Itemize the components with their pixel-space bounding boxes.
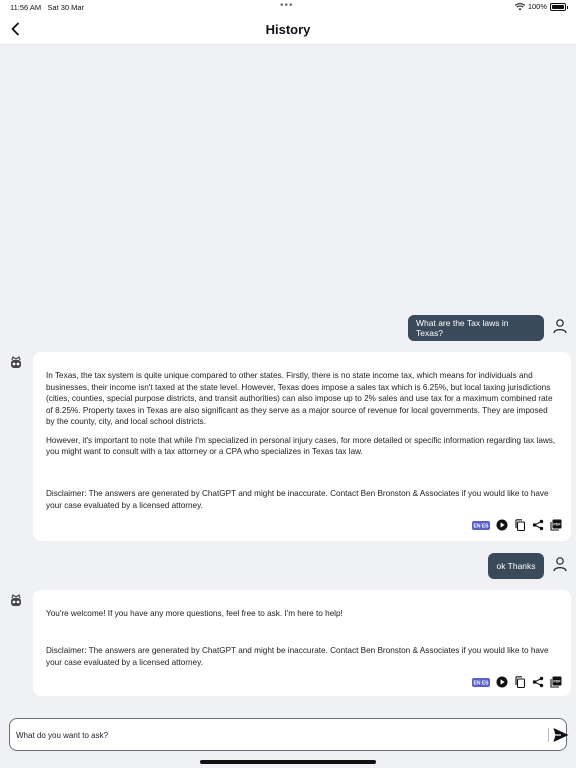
pdf-button[interactable]: PDF — [550, 519, 562, 531]
bot-message-paragraph: In Texas, the tax system is quite unique… — [46, 371, 553, 426]
message-actions: EN ES PDF — [472, 676, 562, 688]
share-button[interactable] — [532, 519, 544, 531]
user-message-text: ok Thanks — [496, 561, 536, 571]
svg-text:PDF: PDF — [553, 523, 561, 527]
send-button[interactable] — [552, 726, 570, 744]
copy-button[interactable] — [514, 676, 526, 688]
translate-button[interactable]: EN ES — [472, 676, 490, 688]
chat-input[interactable] — [16, 727, 536, 743]
share-button[interactable] — [532, 676, 544, 688]
user-message-text: What are the Tax laws in Texas? — [416, 318, 509, 338]
status-right: 100% — [514, 2, 568, 11]
share-icon — [532, 676, 544, 688]
chat-input-bar — [9, 718, 570, 751]
user-message-bubble: ok Thanks — [488, 553, 544, 579]
multitasking-dots[interactable]: ••• — [280, 0, 294, 11]
battery-icon — [550, 2, 568, 11]
status-time: 11:56 AM Sat 30 Mar — [10, 3, 85, 12]
battery-percent: 100% — [527, 2, 547, 11]
play-button[interactable] — [496, 676, 508, 688]
bot-message-paragraph: You're welcome! If you have any more que… — [46, 609, 343, 618]
share-icon — [532, 519, 544, 531]
user-avatar-icon — [553, 557, 567, 572]
svg-text:PDF: PDF — [553, 680, 561, 684]
page-title: History — [265, 22, 311, 37]
message-actions: EN ES PDF — [472, 519, 562, 531]
bot-message-paragraph: However, it's important to note that whi… — [46, 435, 556, 457]
copy-button[interactable] — [514, 519, 526, 531]
bot-avatar-icon — [11, 356, 21, 368]
copy-icon — [515, 519, 526, 531]
user-avatar-icon — [553, 319, 567, 334]
bot-disclaimer: Disclaimer: The answers are generated by… — [46, 489, 549, 510]
pdf-button[interactable]: PDF — [550, 676, 562, 688]
copy-icon — [515, 676, 526, 688]
pdf-icon: PDF — [550, 676, 562, 688]
home-indicator[interactable] — [200, 760, 376, 764]
bot-message-card: You're welcome! If you have any more que… — [33, 590, 571, 696]
play-icon — [496, 676, 508, 688]
send-icon — [553, 728, 569, 742]
translate-label: EN ES — [473, 680, 489, 686]
nav-bar: History — [0, 14, 576, 45]
status-bar: 11:56 AM Sat 30 Mar ••• 100% — [0, 0, 576, 14]
bot-avatar-icon — [11, 594, 21, 606]
input-divider — [548, 728, 549, 742]
translate-icon: EN ES — [472, 677, 490, 687]
bot-disclaimer: Disclaimer: The answers are generated by… — [46, 646, 549, 667]
user-message-bubble: What are the Tax laws in Texas? — [408, 315, 544, 341]
pdf-icon: PDF — [550, 519, 562, 531]
translate-button[interactable]: EN ES — [472, 519, 490, 531]
play-icon — [496, 519, 508, 531]
play-button[interactable] — [496, 519, 508, 531]
translate-label: EN ES — [473, 523, 489, 529]
bot-message-card: In Texas, the tax system is quite unique… — [33, 352, 571, 541]
translate-icon: EN ES — [472, 520, 490, 530]
wifi-icon — [514, 2, 525, 10]
